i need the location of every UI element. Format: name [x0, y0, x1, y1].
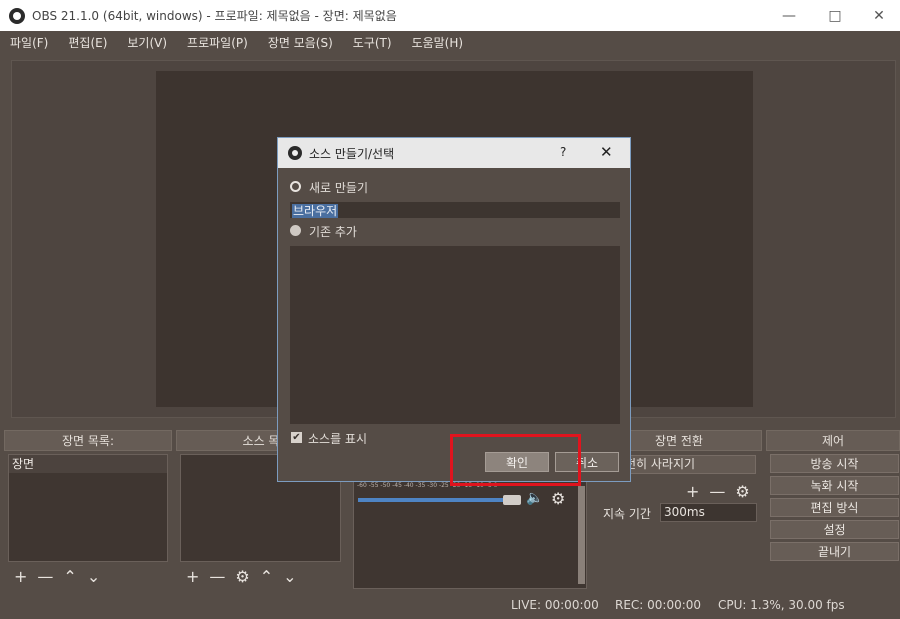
transition-select-value: 전히 사라지기: [625, 457, 696, 471]
show-source-label: 소스를 표시: [308, 432, 368, 446]
window-title: OBS 21.1.0 (64bit, windows) - 프로파일: 제목없음…: [32, 9, 397, 23]
existing-sources-list[interactable]: [290, 246, 620, 424]
mixer-scrollbar[interactable]: [578, 486, 585, 584]
settings-button[interactable]: 설정: [770, 520, 899, 539]
create-select-source-dialog: 소스 만들기/선택 ? ✕ 새로 만들기 브라우저 기존 추가 ✔ 소스를 표시…: [277, 137, 631, 482]
studio-mode-button[interactable]: 편집 방식: [770, 498, 899, 517]
duration-spinbox[interactable]: 300ms: [660, 503, 757, 522]
menu-scene-collection[interactable]: 장면 모음(S): [264, 34, 337, 51]
scenes-toolbar: + — ⌃ ⌄: [14, 564, 110, 588]
obs-logo-icon: [9, 7, 25, 24]
add-scene-icon[interactable]: +: [14, 567, 27, 586]
remove-transition-icon[interactable]: —: [709, 482, 725, 501]
menu-profile[interactable]: 프로파일(P): [183, 34, 252, 51]
dialog-titlebar: 소스 만들기/선택 ? ✕: [278, 138, 630, 168]
show-source-checkbox[interactable]: ✔: [291, 432, 302, 443]
add-existing-radio[interactable]: [290, 225, 301, 236]
menu-help[interactable]: 도움말(H): [408, 34, 468, 51]
add-source-icon[interactable]: +: [186, 567, 199, 586]
transition-select[interactable]: 전히 사라지기: [620, 455, 756, 474]
create-new-label: 새로 만들기: [309, 181, 369, 195]
source-name-value: 브라우저: [292, 204, 339, 218]
remove-scene-icon[interactable]: —: [37, 567, 53, 586]
gear-icon[interactable]: ⚙: [235, 567, 249, 586]
menu-view[interactable]: 보기(V): [123, 34, 171, 51]
move-up-icon[interactable]: ⌃: [63, 567, 76, 586]
remove-source-icon[interactable]: —: [209, 567, 225, 586]
sources-toolbar: + — ⚙ ⌃ ⌄: [186, 564, 307, 588]
add-existing-label: 기존 추가: [309, 225, 357, 239]
add-transition-icon[interactable]: +: [686, 482, 699, 501]
menu-bar: 파일(F) 편집(E) 보기(V) 프로파일(P) 장면 모음(S) 도구(T)…: [0, 31, 900, 53]
source-name-input[interactable]: 브라우저: [290, 202, 620, 218]
speaker-icon[interactable]: 🔈: [526, 490, 543, 506]
cpu-status: CPU: 1.3%, 30.00 fps: [718, 598, 845, 612]
duration-value: 300ms: [664, 505, 705, 519]
menu-edit[interactable]: 편집(E): [64, 34, 111, 51]
move-down-icon[interactable]: ⌄: [283, 567, 296, 586]
duration-label: 지속 기간: [603, 507, 651, 521]
close-icon[interactable]: ✕: [600, 143, 613, 161]
gear-icon[interactable]: ⚙: [735, 482, 749, 501]
help-button[interactable]: ?: [560, 145, 566, 159]
move-down-icon[interactable]: ⌄: [87, 567, 100, 586]
maximize-button[interactable]: □: [812, 0, 858, 31]
highlight-box: [450, 434, 581, 486]
gear-icon[interactable]: ⚙: [551, 489, 565, 508]
start-streaming-button[interactable]: 방송 시작: [770, 454, 899, 473]
scenes-dock-title: 장면 목록:: [4, 430, 172, 451]
minimize-button[interactable]: —: [766, 0, 812, 31]
start-recording-button[interactable]: 녹화 시작: [770, 476, 899, 495]
create-new-radio[interactable]: [290, 181, 301, 192]
window-titlebar: OBS 21.1.0 (64bit, windows) - 프로파일: 제목없음…: [0, 0, 900, 31]
exit-button[interactable]: 끝내기: [770, 542, 899, 561]
transitions-toolbar: + — ⚙: [686, 479, 760, 503]
volume-slider-handle[interactable]: [503, 495, 521, 505]
move-up-icon[interactable]: ⌃: [260, 567, 273, 586]
volume-slider-track[interactable]: [358, 498, 503, 502]
obs-logo-icon: [288, 146, 302, 160]
menu-tools[interactable]: 도구(T): [349, 34, 396, 51]
close-button[interactable]: ✕: [856, 0, 900, 31]
rec-status: REC: 00:00:00: [615, 598, 702, 612]
menu-file[interactable]: 파일(F): [6, 34, 52, 51]
controls-dock-title: 제어: [766, 430, 900, 451]
dialog-title: 소스 만들기/선택: [309, 146, 395, 161]
list-item[interactable]: 장면: [9, 455, 167, 473]
live-status: LIVE: 00:00:00: [511, 598, 599, 612]
